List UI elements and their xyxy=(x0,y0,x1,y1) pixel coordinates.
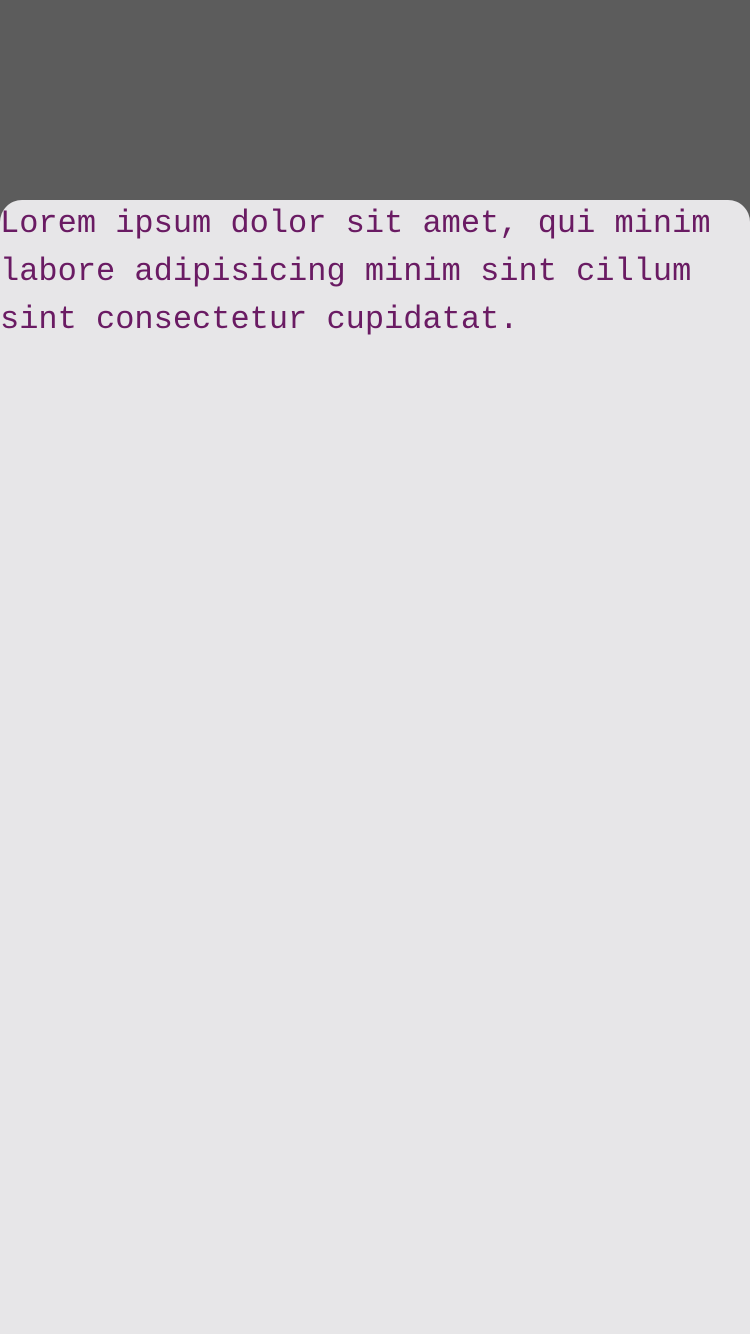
modal-backdrop[interactable] xyxy=(0,0,750,200)
bottom-sheet: Lorem ipsum dolor sit amet, qui minim la… xyxy=(0,200,750,1334)
sheet-body-text: Lorem ipsum dolor sit amet, qui minim la… xyxy=(0,205,711,338)
